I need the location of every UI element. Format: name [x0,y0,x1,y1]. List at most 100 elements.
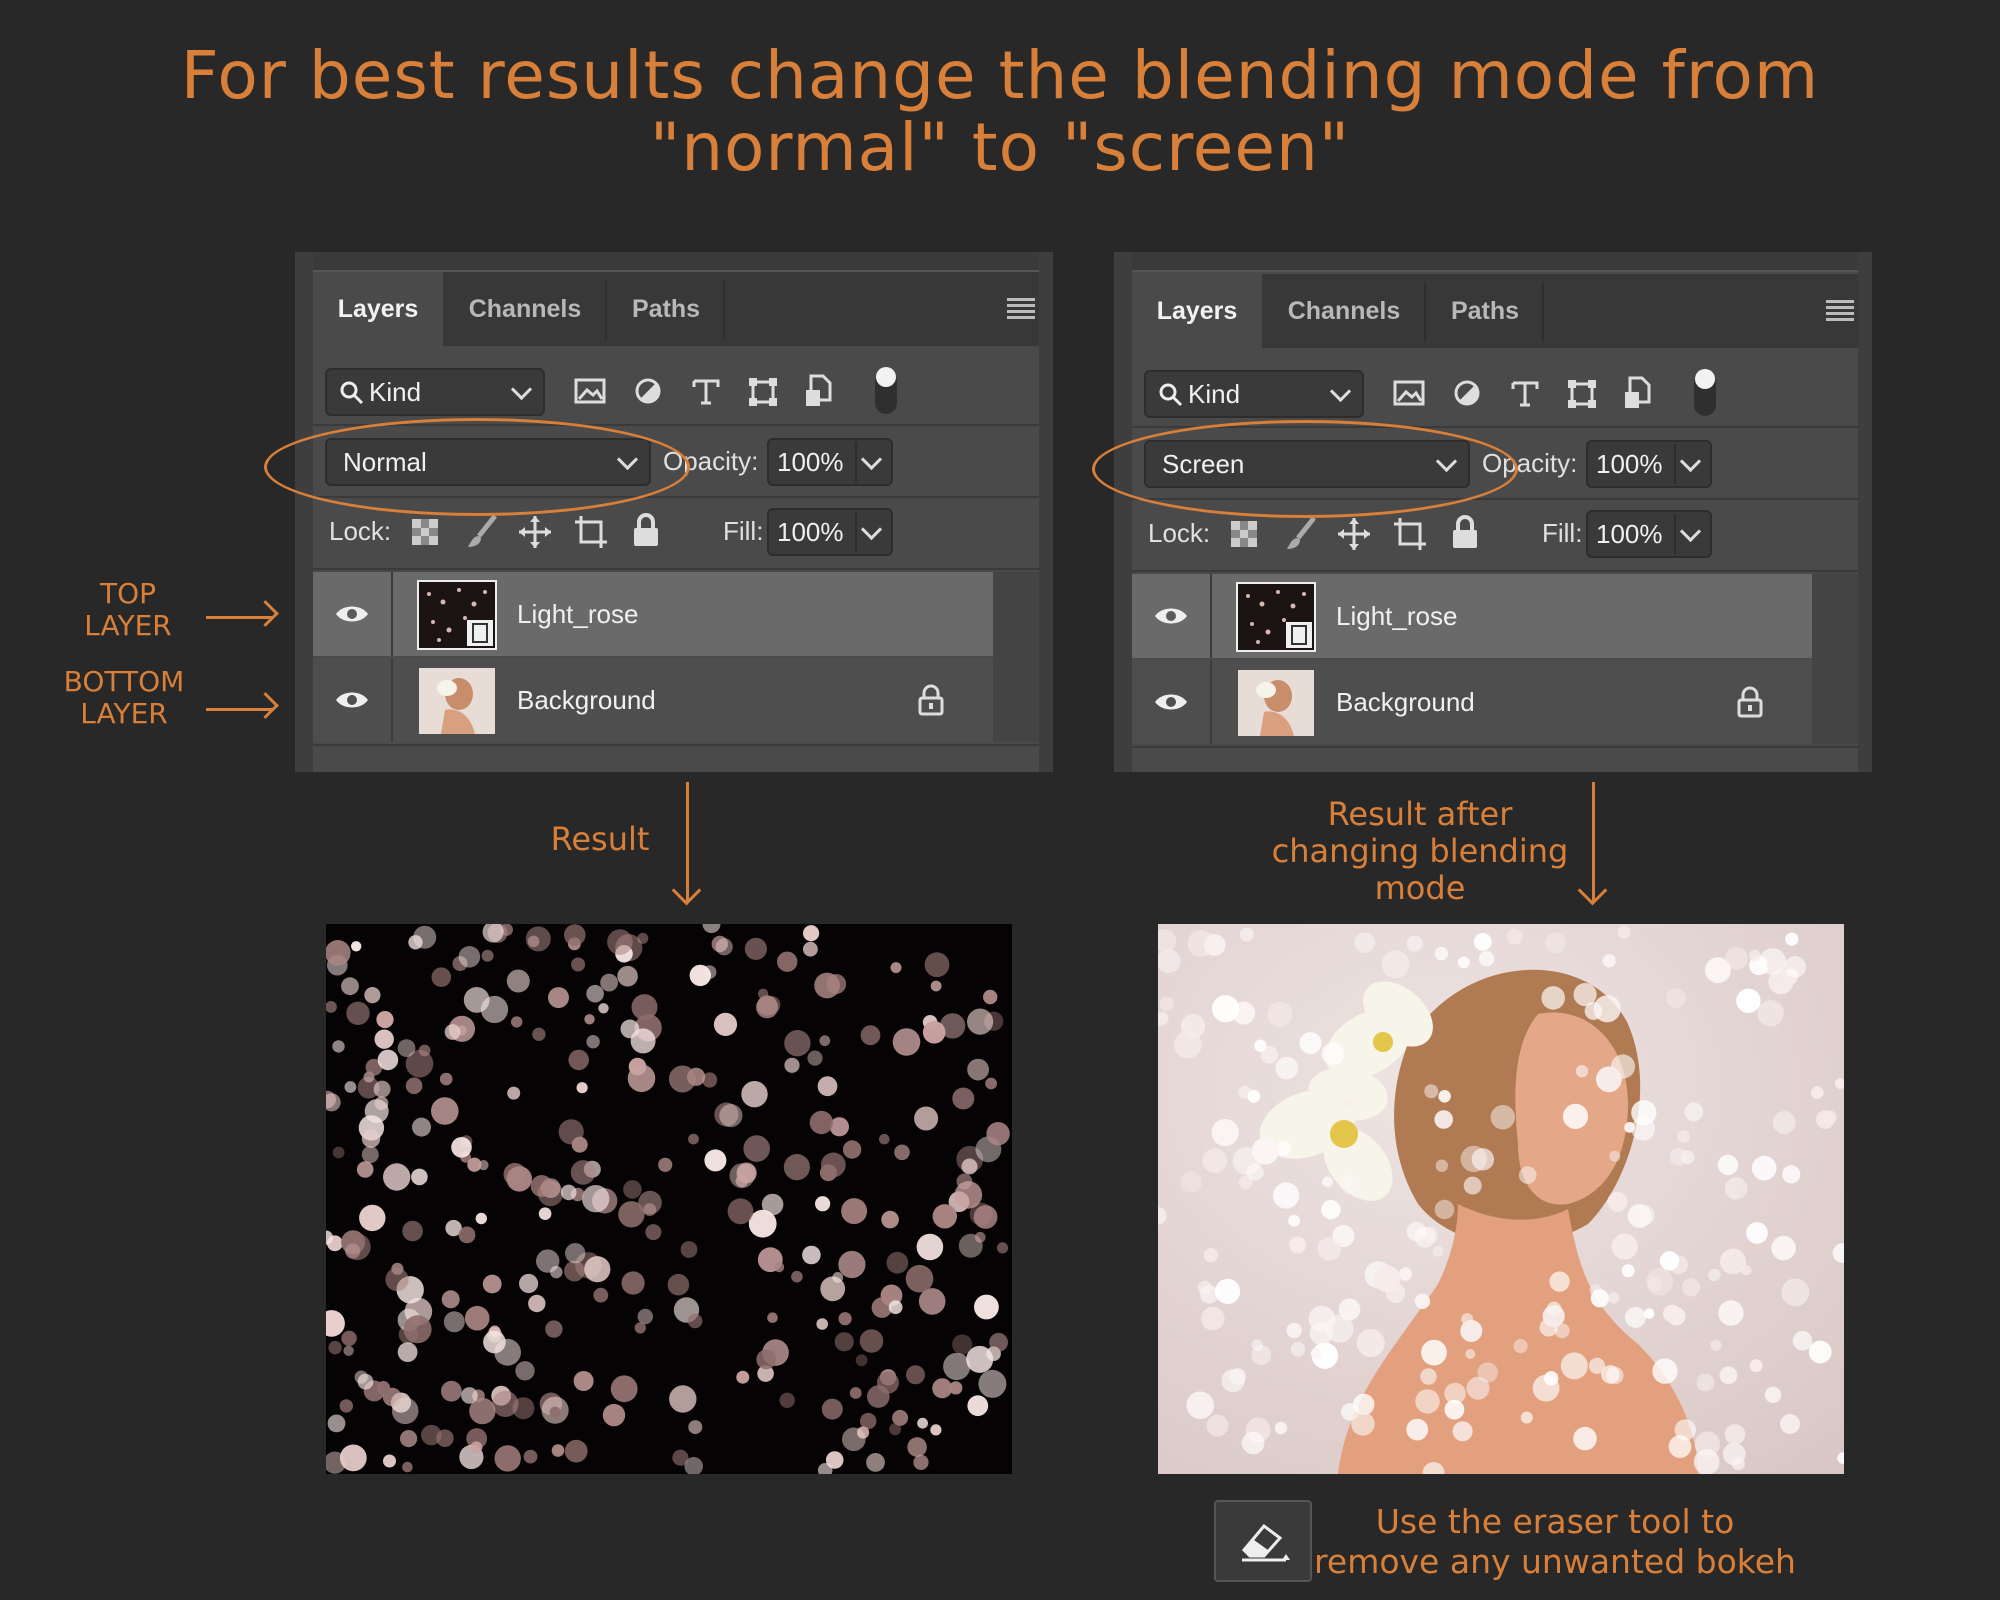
tab-paths[interactable]: Paths [1428,274,1542,348]
tab-channels[interactable]: Channels [445,272,605,346]
lock-move-icon[interactable] [517,514,553,550]
fill-label: Fill: [1542,518,1583,548]
bokeh-dot [359,1204,386,1232]
bokeh-dot [1785,932,1799,946]
lock-transparent-icon[interactable] [1230,520,1258,548]
opacity-field[interactable]: 100% [1586,440,1712,488]
bokeh-dot [1202,1148,1228,1173]
bokeh-dot [913,1454,929,1470]
bokeh-dot [820,1152,846,1178]
layers-scroll-track[interactable] [993,572,1039,742]
type-filter-icon[interactable] [691,376,721,406]
filter-toggle[interactable] [875,367,897,414]
type-filter-icon[interactable] [1510,378,1540,408]
shape-filter-icon[interactable] [747,376,779,408]
eye-icon[interactable] [335,604,369,624]
filter-kind-select[interactable]: Kind [1144,370,1364,418]
bokeh-dot [832,1272,844,1283]
bottom-layer-label: BOTTOM LAYER [63,665,185,730]
layer-row-background[interactable]: Background [313,658,993,742]
lock-brush-icon[interactable] [465,514,499,550]
fill-field[interactable]: 100% [1586,510,1712,558]
bokeh-dot [1631,1100,1657,1126]
lock-artboard-icon[interactable] [1392,516,1428,552]
bokeh-dot [1780,1414,1800,1434]
bokeh-dot [1590,1289,1609,1308]
bokeh-dot [719,1104,743,1128]
bokeh-dot [1766,958,1779,972]
bokeh-dot [1414,1293,1431,1309]
opacity-field[interactable]: 100% [767,438,893,486]
bokeh-dot [1203,1248,1218,1263]
bokeh-dot [418,1044,431,1057]
lock-move-icon[interactable] [1336,516,1372,552]
bokeh-dot [1239,927,1254,942]
layer-row-light-rose[interactable]: Light_rose [1132,574,1812,658]
bokeh-dot [783,1154,810,1181]
bokeh-dot [1273,1182,1300,1209]
lock-artboard-icon[interactable] [573,514,609,550]
bokeh-dot [1460,1145,1487,1173]
lock-transparent-icon[interactable] [411,518,439,546]
bokeh-dot [1211,1119,1239,1147]
smart-object-filter-icon[interactable] [803,374,833,408]
bokeh-dot [1611,1233,1638,1260]
image-filter-icon[interactable] [573,376,607,406]
bokeh-dot [584,1014,595,1025]
layer-row-light-rose[interactable]: Light_rose [313,572,993,656]
bokeh-dot [1460,1319,1483,1342]
highlight-ellipse-normal [264,418,690,516]
bokeh-dot [1710,1339,1722,1351]
eye-icon[interactable] [1154,692,1188,712]
bokeh-dot [341,977,359,996]
tab-layers[interactable]: Layers [1132,274,1262,348]
layers-scroll-track[interactable] [1812,574,1858,744]
adjustment-filter-icon[interactable] [633,376,663,406]
bokeh-dot [809,1110,834,1135]
bokeh-dot [1434,946,1449,961]
shape-filter-icon[interactable] [1566,378,1598,410]
tab-layers[interactable]: Layers [313,272,443,346]
adjustment-filter-icon[interactable] [1452,378,1482,408]
layer-name: Background [1336,687,1475,717]
filter-kind-select[interactable]: Kind [325,368,545,416]
bokeh-dot [1381,950,1410,979]
panel-menu-icon[interactable] [1826,300,1854,321]
bokeh-dot [1602,954,1616,968]
filter-kind-label: Kind [1188,379,1241,409]
bokeh-dot [1677,1130,1690,1143]
fill-field[interactable]: 100% [767,508,893,556]
eye-icon[interactable] [1154,606,1188,626]
bokeh-dot [356,1161,374,1178]
lock-brush-icon[interactable] [1284,516,1318,552]
bokeh-dot [1310,1348,1322,1359]
tab-channels[interactable]: Channels [1264,274,1424,348]
panel-top-edge [1114,252,1872,272]
layer-row-background[interactable]: Background [1132,660,1812,744]
smart-object-filter-icon[interactable] [1622,376,1652,410]
bokeh-dot [841,1198,868,1225]
eye-icon[interactable] [335,690,369,710]
bokeh-dot [803,925,820,942]
bokeh-dot [628,1057,647,1076]
panel-menu-icon[interactable] [1007,298,1035,319]
lock-all-icon[interactable] [631,512,661,548]
eraser-tool-button[interactable] [1214,1500,1312,1582]
tab-paths[interactable]: Paths [609,272,723,346]
bokeh-dot [1545,932,1566,953]
bokeh-dot [1624,1122,1635,1133]
headline-line-2: "normal" to "screen" [649,109,1351,186]
bokeh-dot [374,1096,389,1111]
bokeh-dot [779,1392,795,1408]
bokeh-dot [374,1029,394,1049]
lock-all-icon[interactable] [1450,514,1480,550]
bokeh-dot [400,1430,418,1448]
bokeh-dot [1771,1235,1796,1261]
bokeh-dot [1575,1065,1589,1078]
image-filter-icon[interactable] [1392,378,1426,408]
filter-toggle[interactable] [1694,369,1716,416]
bokeh-dot [1356,1329,1385,1358]
bokeh-dot [383,1454,396,1468]
bokeh-dot [332,1040,345,1053]
chevron-down-icon [510,378,533,401]
